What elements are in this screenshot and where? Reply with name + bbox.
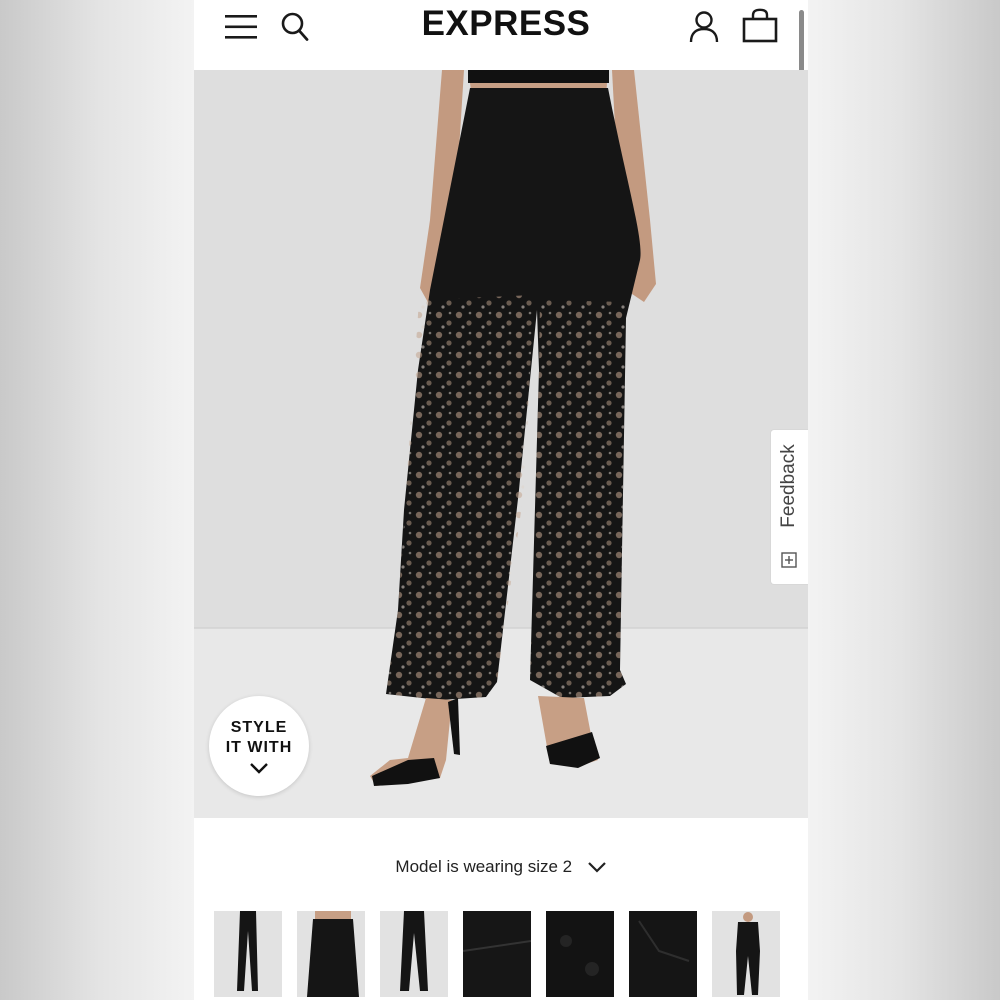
product-hero-image[interactable]: STYLE IT WITH: [194, 70, 808, 818]
thumbnail-full-back[interactable]: [380, 911, 448, 997]
thumbnail-lace-detail[interactable]: [546, 911, 614, 997]
model-size-text: Model is wearing size 2: [395, 857, 573, 876]
thumbnail-waist-side[interactable]: [297, 911, 365, 997]
brand-logo[interactable]: EXPRESS: [384, 4, 628, 44]
thumbnail-seam-detail[interactable]: [629, 911, 697, 997]
search-icon[interactable]: [280, 11, 310, 43]
feedback-tab[interactable]: Feedback: [770, 429, 808, 585]
model-size-toggle[interactable]: Model is wearing size 2: [194, 852, 808, 882]
chevron-down-icon: [250, 763, 268, 774]
thumbnail-full-front[interactable]: [214, 911, 282, 997]
shopping-bag-icon[interactable]: [742, 8, 778, 44]
chevron-down-icon: [587, 862, 606, 873]
user-account-icon[interactable]: [688, 10, 720, 44]
style-it-line2: IT WITH: [225, 739, 293, 756]
thumbnail-fabric-detail[interactable]: [463, 911, 531, 997]
thumbnail-full-outfit[interactable]: [712, 911, 780, 997]
feedback-label: Feedback: [778, 444, 799, 528]
feedback-plus-icon: [781, 552, 797, 568]
hamburger-menu-icon[interactable]: [224, 12, 258, 42]
thumbnail-strip: [214, 911, 788, 997]
style-it-line1: STYLE: [230, 719, 288, 736]
mobile-page: EXPRESS STYLE IT WITH Feedback Model is …: [194, 0, 808, 1000]
style-it-with-button[interactable]: STYLE IT WITH: [209, 696, 309, 796]
top-navigation-bar: EXPRESS: [194, 0, 808, 106]
